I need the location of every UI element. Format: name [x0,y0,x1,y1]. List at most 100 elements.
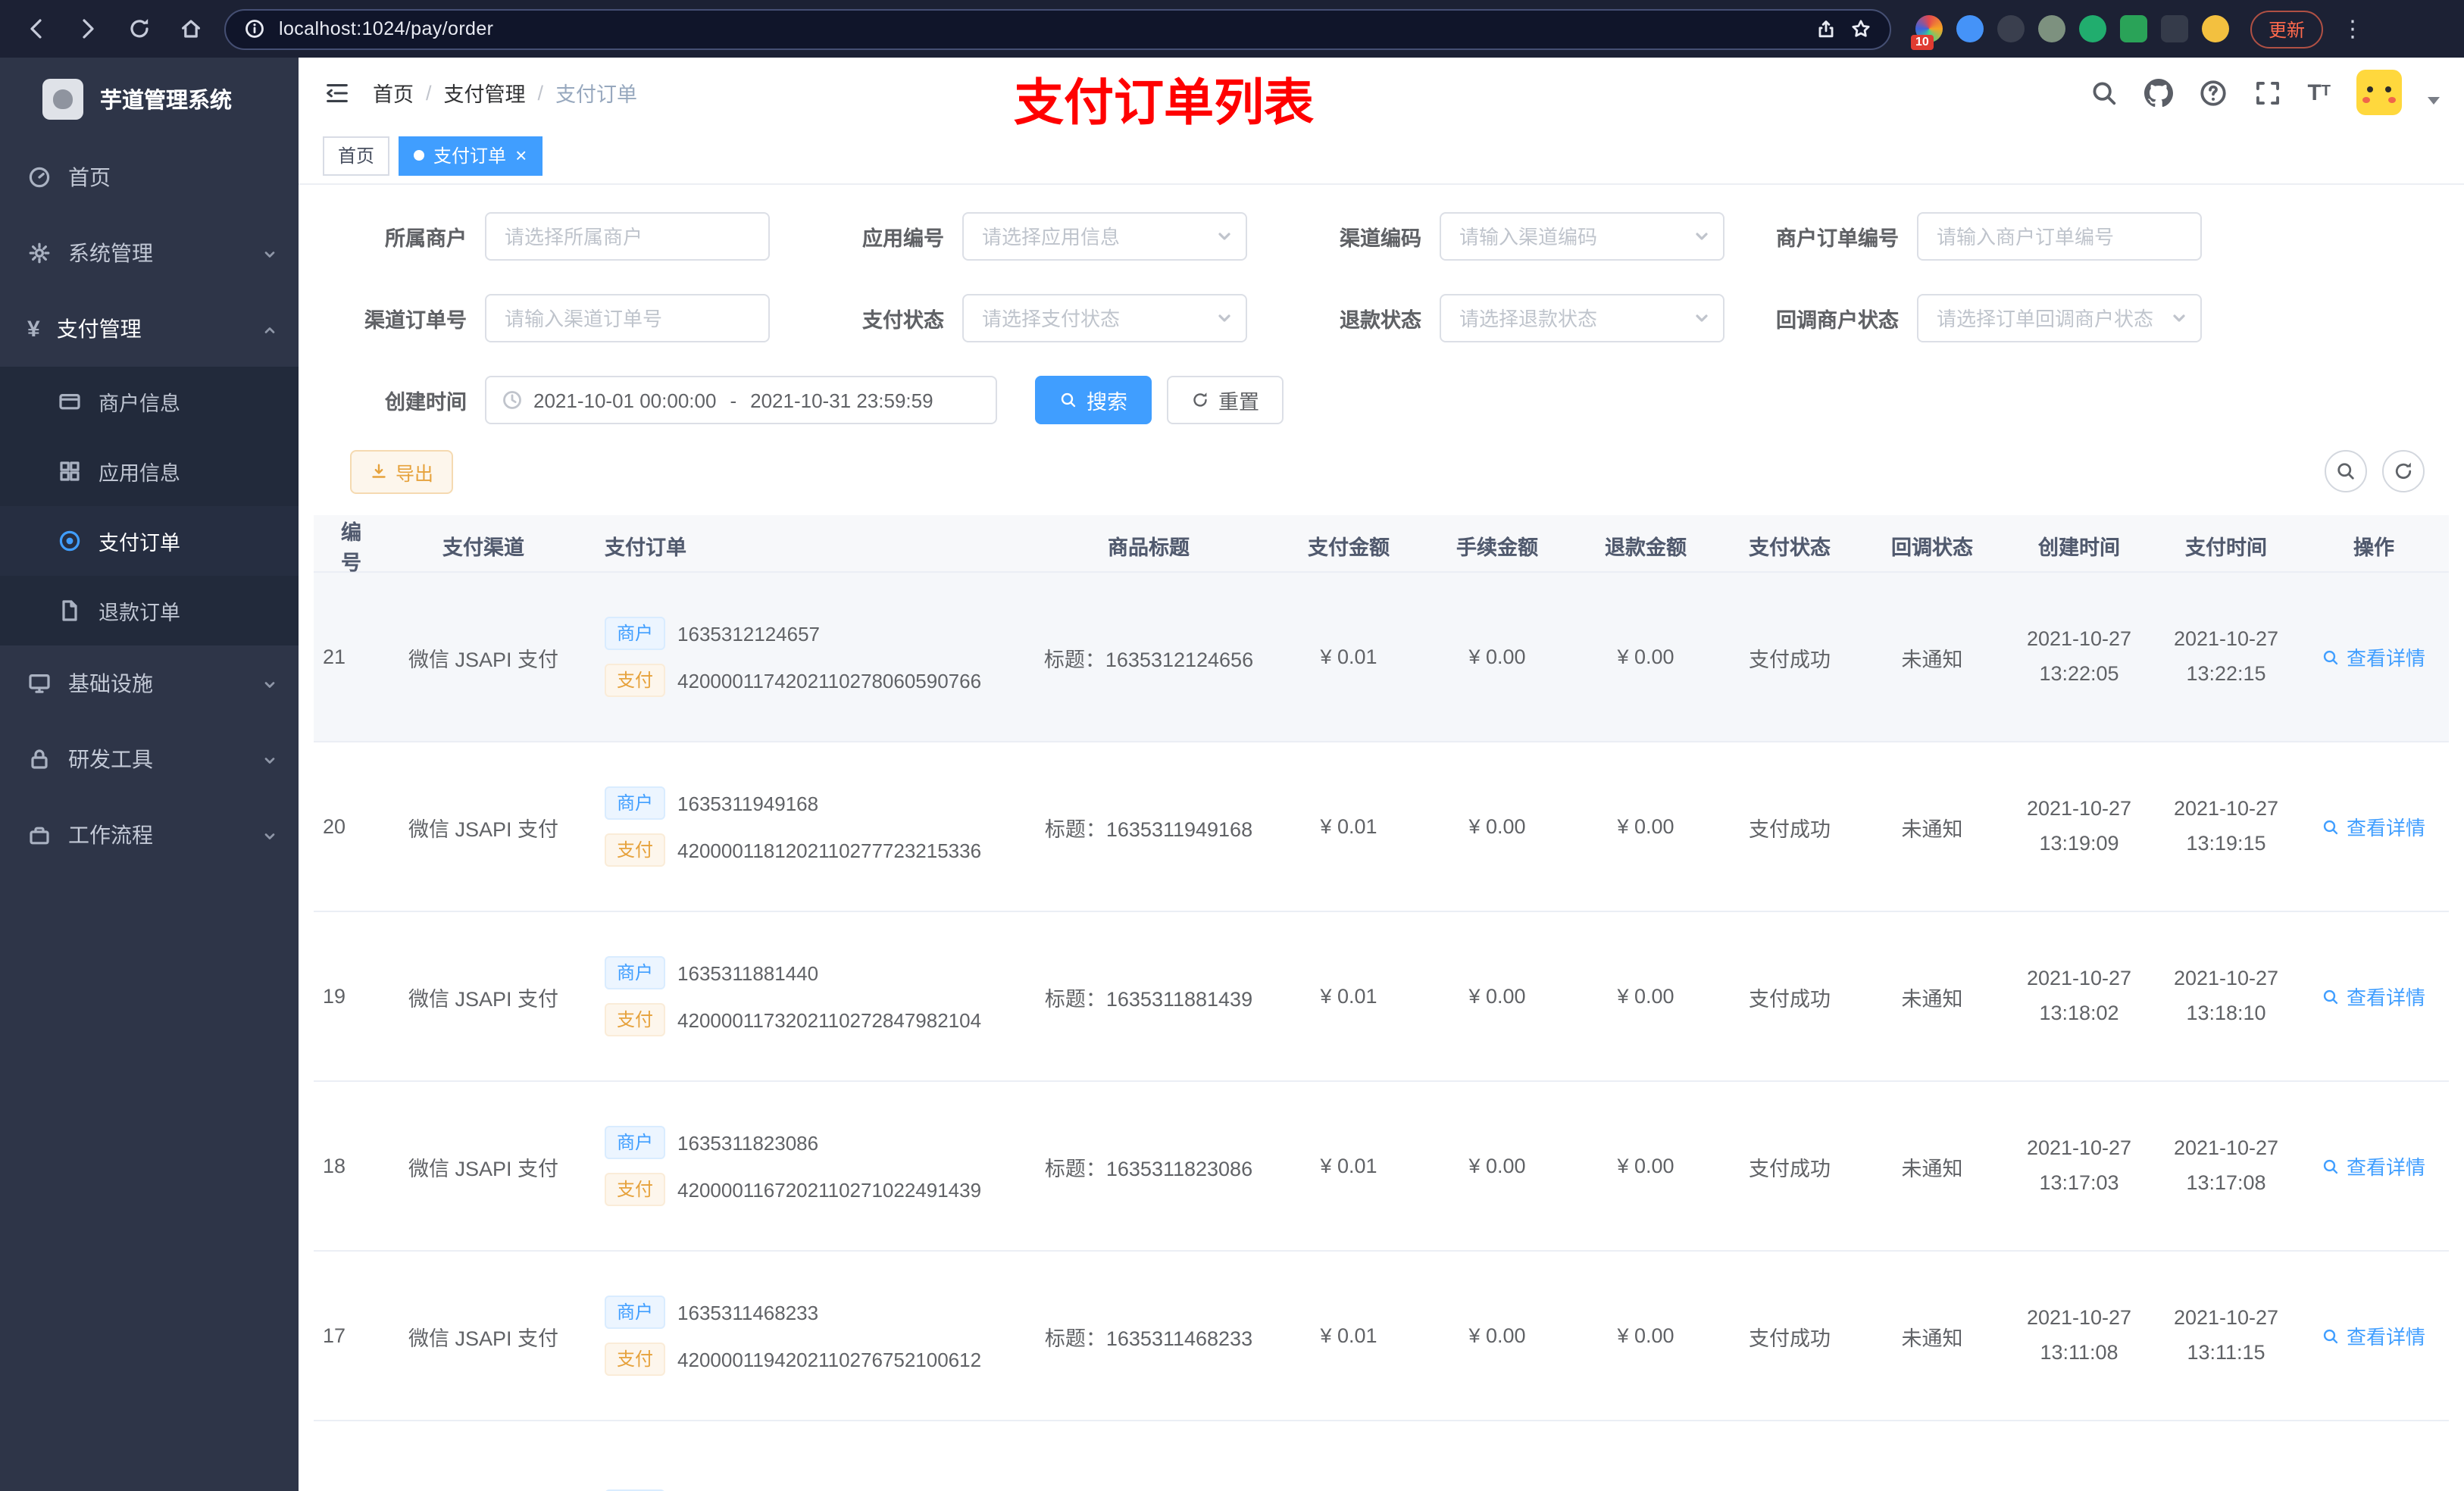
sidebar-item-pay-order[interactable]: 支付订单 [0,506,299,576]
browser-update-button[interactable]: 更新 [2250,10,2324,48]
pay-tag: 支付 [605,664,666,697]
pay-status-select[interactable] [962,294,1247,342]
bookmark-star-icon[interactable] [1850,18,1871,39]
search-icon[interactable] [2089,78,2118,107]
address-bar[interactable]: localhost:1024/pay/order [224,8,1891,49]
cell-status: 支付成功 [1749,1327,1831,1349]
toggle-search-button[interactable] [2325,450,2367,492]
sidebar-item-infra[interactable]: 基础设施 [0,645,299,721]
view-detail-link[interactable]: 查看详情 [2322,642,2425,671]
reset-button[interactable]: 重置 [1167,376,1284,424]
forward-icon[interactable] [70,11,106,47]
tab-pay-order[interactable]: 支付订单 × [399,136,543,175]
merchant-tag: 商户 [605,956,666,989]
breadcrumb-pay[interactable]: 支付管理 [444,77,526,108]
sidebar-item-system[interactable]: 系统管理 [0,215,299,291]
font-size-icon[interactable]: TT [2307,81,2331,104]
tab-close-icon[interactable]: × [515,145,527,165]
cell-amount: ¥ 0.01 [1320,985,1377,1008]
sidebar-item-refund-order[interactable]: 退款订单 [0,576,299,645]
pay-order-table: 编号 支付渠道 支付订单 商品标题 支付金额 手续金额 退款金额 支付状态 回调… [314,515,2449,1491]
cell-title: 标题：1635312124656 [1043,648,1254,670]
search-filter-form: 所属商户 应用编号 渠道编码 商户订单编号 [299,185,2464,449]
channel-code-select[interactable] [1440,212,1724,261]
home-icon[interactable] [173,11,209,47]
cell-pay-time: 2021-10-27 13:11:15 [2173,1306,2279,1363]
extension-face-icon[interactable] [2202,15,2229,42]
extension-sage-icon[interactable] [2038,15,2065,42]
github-icon[interactable] [2143,78,2173,107]
back-icon[interactable] [18,11,55,47]
view-detail-link[interactable]: 查看详情 [2322,1321,2425,1350]
merchant-tag: 商户 [605,1296,666,1329]
sidebar-item-app-info[interactable]: 应用信息 [0,436,299,506]
extension-colorwheel-icon[interactable]: 10 [1911,15,1943,50]
create-time-range-picker[interactable]: 2021-10-01 00:00:00 - 2021-10-31 23:59:5… [485,376,997,424]
sidebar-item-home[interactable]: 首页 [0,139,299,215]
cell-refund: ¥ 0.00 [1617,985,1674,1008]
cell-pay-time: 2021-10-27 13:17:08 [2173,1136,2279,1193]
extension-drop-icon[interactable] [1956,15,1984,42]
pay-tag: 支付 [605,833,666,867]
sidebar-item-merchant-info[interactable]: 商户信息 [0,367,299,436]
table-row: 17 微信 JSAPI 支付 商户 1635311468233 支付 4200001… [314,1252,2449,1421]
cell-id: 20 [323,815,346,838]
sidebar-item-pay[interactable]: ¥ 支付管理 [0,291,299,367]
cell-title: 标题：1635311881439 [1044,987,1253,1010]
cell-refund: ¥ 0.00 [1617,1155,1674,1177]
cell-fee: ¥ 0.00 [1468,645,1526,668]
target-icon [58,529,82,553]
cell-fee: ¥ 0.00 [1468,985,1526,1008]
cell-notify: 未通知 [1901,987,1963,1010]
view-detail-link[interactable]: 查看详情 [2322,1152,2425,1180]
cell-create-time: 2021-10-27 13:22:05 [2026,627,2132,684]
cell-id: 19 [323,985,346,1008]
user-avatar[interactable] [2356,70,2402,115]
merchant-order-no-input[interactable] [1917,212,2202,261]
logo-image [42,78,83,119]
extension-icons: 10 [1911,15,2229,50]
search-button[interactable]: 搜索 [1035,376,1152,424]
site-info-icon[interactable] [244,18,265,39]
extension-pin-icon[interactable] [2161,15,2188,42]
browser-menu-icon[interactable]: ⋮ [2338,15,2367,42]
view-detail-link[interactable]: 查看详情 [2322,982,2425,1011]
breadcrumb: 首页 / 支付管理 / 支付订单 [373,77,637,108]
user-menu-caret-icon[interactable] [2428,96,2440,104]
cell-create-time: 2021-10-27 13:17:03 [2026,1136,2132,1193]
app-no-select[interactable] [962,212,1247,261]
extension-dark-icon[interactable] [1997,15,2025,42]
cell-pay-order: 商户 1635311823086 支付 4200001167202110271022… [583,1126,1023,1206]
active-dot-icon [414,150,425,161]
cell-amount: ¥ 0.01 [1320,1324,1377,1347]
main-content: 首页 / 支付管理 / 支付订单 支付订单列表 TT 首页 支付订单 × 所属商… [299,58,2464,1491]
notify-status-select[interactable] [1917,294,2202,342]
tab-home[interactable]: 首页 [323,136,390,175]
owner-merchant-input[interactable] [485,212,770,261]
cell-id: 21 [323,645,346,668]
sidebar-item-workflow[interactable]: 工作流程 [0,797,299,873]
share-icon[interactable] [1815,18,1837,39]
cell-refund: ¥ 0.00 [1617,815,1674,838]
app-title: 芋道管理系统 [100,89,232,113]
chevron-up-icon [262,321,277,336]
refund-status-select[interactable] [1440,294,1724,342]
table-row-partial: 商户163531185786 [314,1421,2449,1491]
chevron-down-icon [262,245,277,261]
refresh-table-button[interactable] [2382,450,2425,492]
cell-pay-order: 商户 1635311468233 支付 4200001194202110276752… [583,1296,1023,1376]
tags-view-bar: 首页 支付订单 × [299,127,2464,185]
extension-chat-icon[interactable] [2120,15,2147,42]
view-detail-link[interactable]: 查看详情 [2322,812,2425,841]
fullscreen-icon[interactable] [2253,78,2281,107]
cell-id: 18 [323,1155,346,1177]
extension-check-icon[interactable] [2079,15,2106,42]
export-button[interactable]: 导出 [350,449,454,493]
breadcrumb-home[interactable]: 首页 [373,77,414,108]
cell-amount: ¥ 0.01 [1320,645,1377,668]
sidebar-item-dev-tools[interactable]: 研发工具 [0,721,299,797]
reload-icon[interactable] [121,11,158,47]
help-icon[interactable] [2198,78,2227,107]
channel-order-no-input[interactable] [485,294,770,342]
sidebar-fold-icon[interactable] [323,78,352,107]
